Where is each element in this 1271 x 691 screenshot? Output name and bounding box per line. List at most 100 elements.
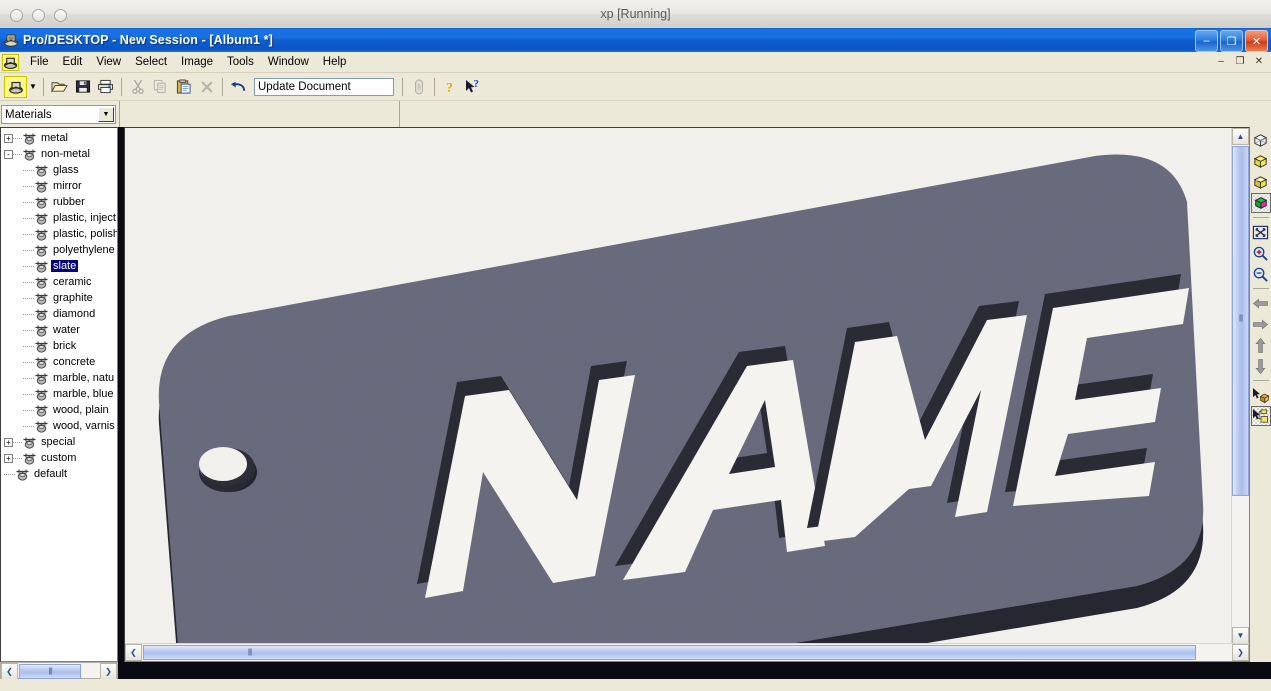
window-buttons[interactable]: – ❐ ✕	[1195, 30, 1268, 52]
tree-item-water[interactable]: water	[1, 322, 117, 338]
tree-connector	[23, 202, 34, 203]
tree-item-wood-plain[interactable]: wood, plain	[1, 402, 117, 418]
toolbar-separator	[43, 78, 44, 96]
copy-button[interactable]	[149, 76, 172, 98]
help-button[interactable]: ?	[439, 76, 462, 98]
select-object-icon[interactable]	[1251, 385, 1271, 405]
tree-item-ceramic[interactable]: ceramic	[1, 274, 117, 290]
shaded-cube-icon[interactable]	[1251, 172, 1271, 192]
album-button[interactable]	[4, 76, 27, 98]
document-field[interactable]: Update Document	[254, 78, 394, 96]
menu-item-tools[interactable]: Tools	[220, 53, 261, 71]
window-minimize-button[interactable]: –	[1195, 30, 1218, 52]
expand-icon[interactable]: +	[4, 438, 13, 447]
tree-item-custom[interactable]: + custom	[1, 450, 117, 466]
tree-item-plastic-polish[interactable]: plastic, polish	[1, 226, 117, 242]
menu-item-edit[interactable]: Edit	[56, 53, 90, 71]
material-category-value: Materials	[2, 109, 98, 121]
tree-item-metal[interactable]: +metal	[1, 130, 117, 146]
open-button[interactable]	[48, 76, 71, 98]
context-help-button[interactable]: ?	[462, 76, 485, 98]
mdi-minimize-button[interactable]: –	[1213, 54, 1229, 69]
tree-scroll-thumb[interactable]: ||||	[19, 664, 81, 679]
viewport-hscrollbar[interactable]: ❮ |||| ❯	[125, 643, 1249, 661]
tree-item-brick[interactable]: brick	[1, 338, 117, 354]
select-feature-icon[interactable]	[1251, 406, 1271, 426]
tree-item-label: special	[39, 436, 77, 448]
window-close-button[interactable]: ✕	[1245, 30, 1268, 52]
tree-item-mirror[interactable]: mirror	[1, 178, 117, 194]
tree-item-wood-varnis[interactable]: wood, varnis	[1, 418, 117, 434]
tree-item-label: default	[32, 468, 69, 480]
viewport-scroll-left-arrow[interactable]: ❮	[125, 644, 142, 661]
viewport-scroll-right-arrow[interactable]: ❯	[1232, 644, 1249, 661]
cut-button[interactable]	[126, 76, 149, 98]
mdi-restore-button[interactable]: ❐	[1232, 54, 1248, 69]
menu-item-view[interactable]: View	[89, 53, 128, 71]
pan-right-arrow-icon[interactable]	[1251, 314, 1271, 334]
mdi-close-button[interactable]: ✕	[1251, 54, 1267, 69]
tree-item-label: wood, plain	[51, 404, 111, 416]
chevron-down-icon[interactable]: ▼	[98, 107, 114, 122]
mdi-window-buttons[interactable]: – ❐ ✕	[1213, 54, 1267, 69]
wireframe-cube-icon[interactable]	[1251, 130, 1271, 150]
window-restore-button[interactable]: ❐	[1220, 30, 1243, 52]
menu-item-window[interactable]: Window	[261, 53, 316, 71]
material-icon	[34, 292, 49, 305]
tree-scroll-left-arrow[interactable]: ❮	[1, 663, 18, 680]
solid-cube-icon[interactable]	[1251, 151, 1271, 171]
menu-item-image[interactable]: Image	[174, 53, 220, 71]
tree-connector	[23, 266, 34, 267]
viewport-vscrollbar[interactable]: ▲ |||| ▼	[1231, 128, 1249, 644]
view-mode-button[interactable]	[407, 76, 430, 98]
print-button[interactable]	[94, 76, 117, 98]
tree-item-concrete[interactable]: concrete	[1, 354, 117, 370]
tree-item-glass[interactable]: glass	[1, 162, 117, 178]
save-button[interactable]	[71, 76, 94, 98]
viewport-scroll-down-arrow[interactable]: ▼	[1232, 627, 1249, 644]
zoom-fit-icon[interactable]	[1251, 222, 1271, 242]
menu-item-file[interactable]: File	[23, 53, 56, 71]
tree-item-non-metal[interactable]: -non-metal	[1, 146, 117, 162]
tree-item-marble-natu[interactable]: marble, natu	[1, 370, 117, 386]
rendered-cube-icon[interactable]	[1251, 193, 1271, 213]
mdi-app-icon[interactable]	[2, 54, 19, 71]
expand-icon[interactable]: +	[4, 134, 13, 143]
material-icon	[34, 196, 49, 209]
expand-icon[interactable]: +	[4, 454, 13, 463]
viewport-vscroll-thumb[interactable]: ||||	[1232, 146, 1249, 496]
delete-button[interactable]	[195, 76, 218, 98]
viewport-hscroll-thumb[interactable]: ||||	[143, 645, 1196, 660]
pan-up-arrow-icon[interactable]	[1251, 335, 1271, 355]
album-dropdown[interactable]: ▼	[27, 82, 39, 91]
tree-item-plastic-inject[interactable]: plastic, inject	[1, 210, 117, 226]
menu-item-help[interactable]: Help	[316, 53, 354, 71]
materials-tree[interactable]: +metal-non-metalglassmirrorrubberplastic…	[0, 127, 118, 662]
3d-scene[interactable]	[125, 128, 1231, 661]
zoom-in-icon[interactable]	[1251, 243, 1271, 263]
undo-button[interactable]	[227, 76, 250, 98]
pan-down-arrow-icon[interactable]	[1251, 356, 1271, 376]
tree-item-special[interactable]: + special	[1, 434, 117, 450]
materials-tree-hscrollbar[interactable]: ❮ |||| ❯	[0, 662, 118, 679]
pan-left-arrow-icon[interactable]	[1251, 293, 1271, 313]
tree-item-label: custom	[39, 452, 78, 464]
tree-scroll-right-arrow[interactable]: ❯	[100, 663, 117, 680]
tree-item-slate[interactable]: slate	[1, 258, 117, 274]
zoom-out-icon[interactable]	[1251, 264, 1271, 284]
collapse-icon[interactable]: -	[4, 150, 13, 159]
model-viewport[interactable]: ▲ |||| ▼ ❮ |||| ❯	[124, 127, 1250, 662]
viewport-scroll-up-arrow[interactable]: ▲	[1232, 128, 1249, 145]
paste-button[interactable]	[172, 76, 195, 98]
tree-item-graphite[interactable]: graphite	[1, 290, 117, 306]
tree-item-marble-blue[interactable]: marble, blue	[1, 386, 117, 402]
tree-connector	[23, 378, 34, 379]
tree-item-diamond[interactable]: diamond	[1, 306, 117, 322]
tree-item-default[interactable]: default	[1, 466, 117, 482]
menu-item-select[interactable]: Select	[128, 53, 174, 71]
material-category-combo[interactable]: Materials ▼	[1, 105, 116, 124]
tree-item-polyethylene[interactable]: polyethylene	[1, 242, 117, 258]
statusbar	[0, 679, 1271, 691]
tree-item-rubber[interactable]: rubber	[1, 194, 117, 210]
tree-connector	[23, 330, 34, 331]
